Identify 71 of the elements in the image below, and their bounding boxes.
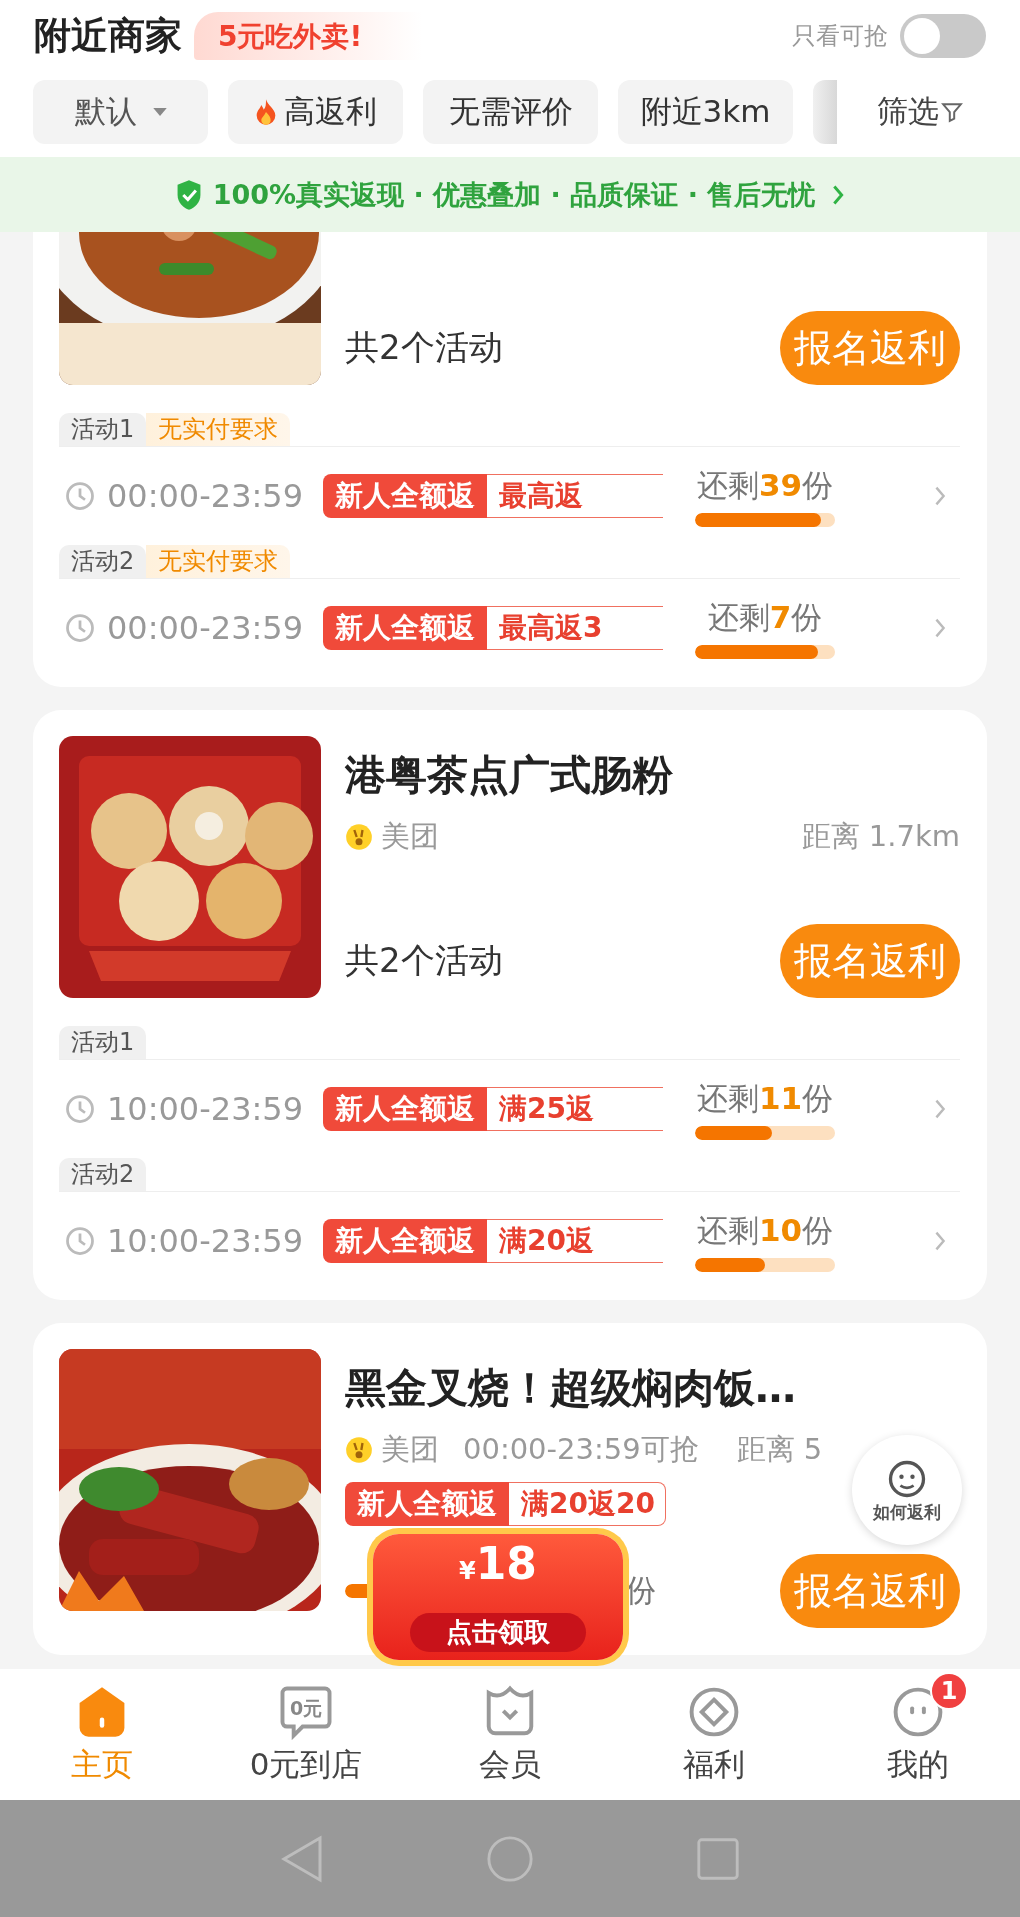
filter-chip[interactable]	[813, 80, 837, 144]
chip-label: 高返利	[284, 92, 377, 131]
platform-icon	[345, 823, 373, 851]
offer-badge: 新人全额返	[323, 1219, 487, 1263]
time-range: 00:00-23:59	[107, 477, 304, 515]
offer-badge: 新人全额返	[323, 474, 487, 518]
offer-badge: 新人全额返	[345, 1482, 509, 1526]
clock-icon	[65, 1226, 95, 1256]
time-range: 10:00-23:59	[107, 1090, 304, 1128]
offer-text: 满20返	[487, 1219, 663, 1263]
offer-text: 最高返3	[487, 606, 663, 650]
caret-icon	[152, 107, 167, 117]
toggle-switch[interactable]	[900, 14, 986, 58]
platform-icon	[345, 1436, 373, 1464]
activity-label: 活动1	[59, 1026, 147, 1059]
banner-text: 100%真实返现 · 优惠叠加 · 品质保证 · 售后无忧	[212, 177, 816, 212]
activity-label: 活动2	[59, 1158, 147, 1191]
offer-text: 满20返20	[509, 1482, 666, 1526]
activity-label: 活动1	[59, 413, 147, 446]
claim-button[interactable]: 点击领取	[410, 1613, 586, 1652]
shop-card[interactable]: 共2个活动 报名返利 活动1 无实付要求 00:00-23:59 新人全额返 最高返 还剩39份 活动2 无实付要求 00:00-23:59 新人全额返 最高返3 还剩7份	[33, 232, 987, 687]
fire-icon	[254, 98, 278, 126]
chip-label: 附近3km	[640, 92, 771, 131]
shop-card[interactable]: 港粤茶点广式肠粉 美团 距离 1.7km 共2个活动 报名返利 活动1 10:00-23:59 新人全额返 满25返 还剩11份 活动2 10:00-23:59 新人全额返 满20返 还剩10份	[33, 710, 987, 1300]
remaining-text: 还剩39份	[696, 466, 834, 505]
activity-row[interactable]: 10:00-23:59 新人全额返 满20返 还剩10份	[59, 1192, 960, 1290]
chevron-right-icon	[934, 485, 946, 507]
shop-name: 黑金叉烧！超级焖肉饭…	[345, 1363, 797, 1414]
coupon-amount: ¥18	[459, 1538, 537, 1589]
chip-label: 默认	[74, 92, 137, 131]
chevron-right-icon	[934, 1230, 946, 1252]
chip-label: 无需评价	[448, 92, 573, 131]
clock-icon	[65, 1094, 95, 1124]
remaining-text: 还剩10份	[696, 1211, 834, 1250]
activity-count: 共2个活动	[345, 939, 503, 982]
shop-name: 港粤茶点广式肠粉	[345, 750, 674, 801]
notification-badge: 1	[930, 1671, 968, 1710]
activity-tag: 无实付要求	[146, 413, 291, 446]
open-hours: 00:00-23:59可抢	[463, 1431, 699, 1468]
remaining-text: 还剩7份	[707, 598, 823, 637]
clock-icon	[65, 481, 95, 511]
home-circle-icon[interactable]	[486, 1833, 534, 1884]
activity-row[interactable]: 00:00-23:59 新人全额返 最高返3 还剩7份	[59, 579, 960, 677]
offer-badge: 新人全额返	[323, 606, 487, 650]
chevron-right-icon	[934, 617, 946, 639]
page-title: 附近商家	[34, 13, 182, 59]
filter-chip[interactable]: 无需评价	[423, 80, 598, 144]
time-range: 10:00-23:59	[107, 1222, 304, 1260]
distance-text: 距离 1.7km	[801, 818, 960, 855]
clock-icon	[65, 613, 95, 643]
offer-text: 满25返	[487, 1087, 663, 1131]
filter-icon	[941, 101, 963, 123]
activity-count: 共2个活动	[345, 326, 503, 369]
remaining-text: 份	[625, 1571, 656, 1610]
chevron-right-icon	[831, 183, 846, 206]
offer-badge: 新人全额返	[323, 1087, 487, 1131]
activity-row[interactable]: 00:00-23:59 新人全额返 最高返 还剩39份	[59, 447, 960, 545]
filter-chip[interactable]: 高返利	[228, 80, 403, 144]
distance-text: 距离 5	[736, 1431, 823, 1468]
chevron-right-icon	[934, 1098, 946, 1120]
activity-label: 活动2	[59, 545, 147, 578]
filter-chip[interactable]: 附近3km	[618, 80, 793, 144]
activity-row[interactable]: 10:00-23:59 新人全额返 满25返 还剩11份	[59, 1060, 960, 1158]
offer-text: 最高返	[487, 474, 663, 518]
activity-tag: 无实付要求	[146, 545, 291, 578]
time-range: 00:00-23:59	[107, 609, 304, 647]
remaining-text: 还剩11份	[696, 1079, 834, 1118]
filter-chip[interactable]: 默认	[33, 80, 208, 144]
platform-name: 美团	[381, 818, 439, 855]
platform-name: 美团	[381, 1431, 439, 1468]
toggle-label: 只看可抢	[792, 21, 888, 52]
